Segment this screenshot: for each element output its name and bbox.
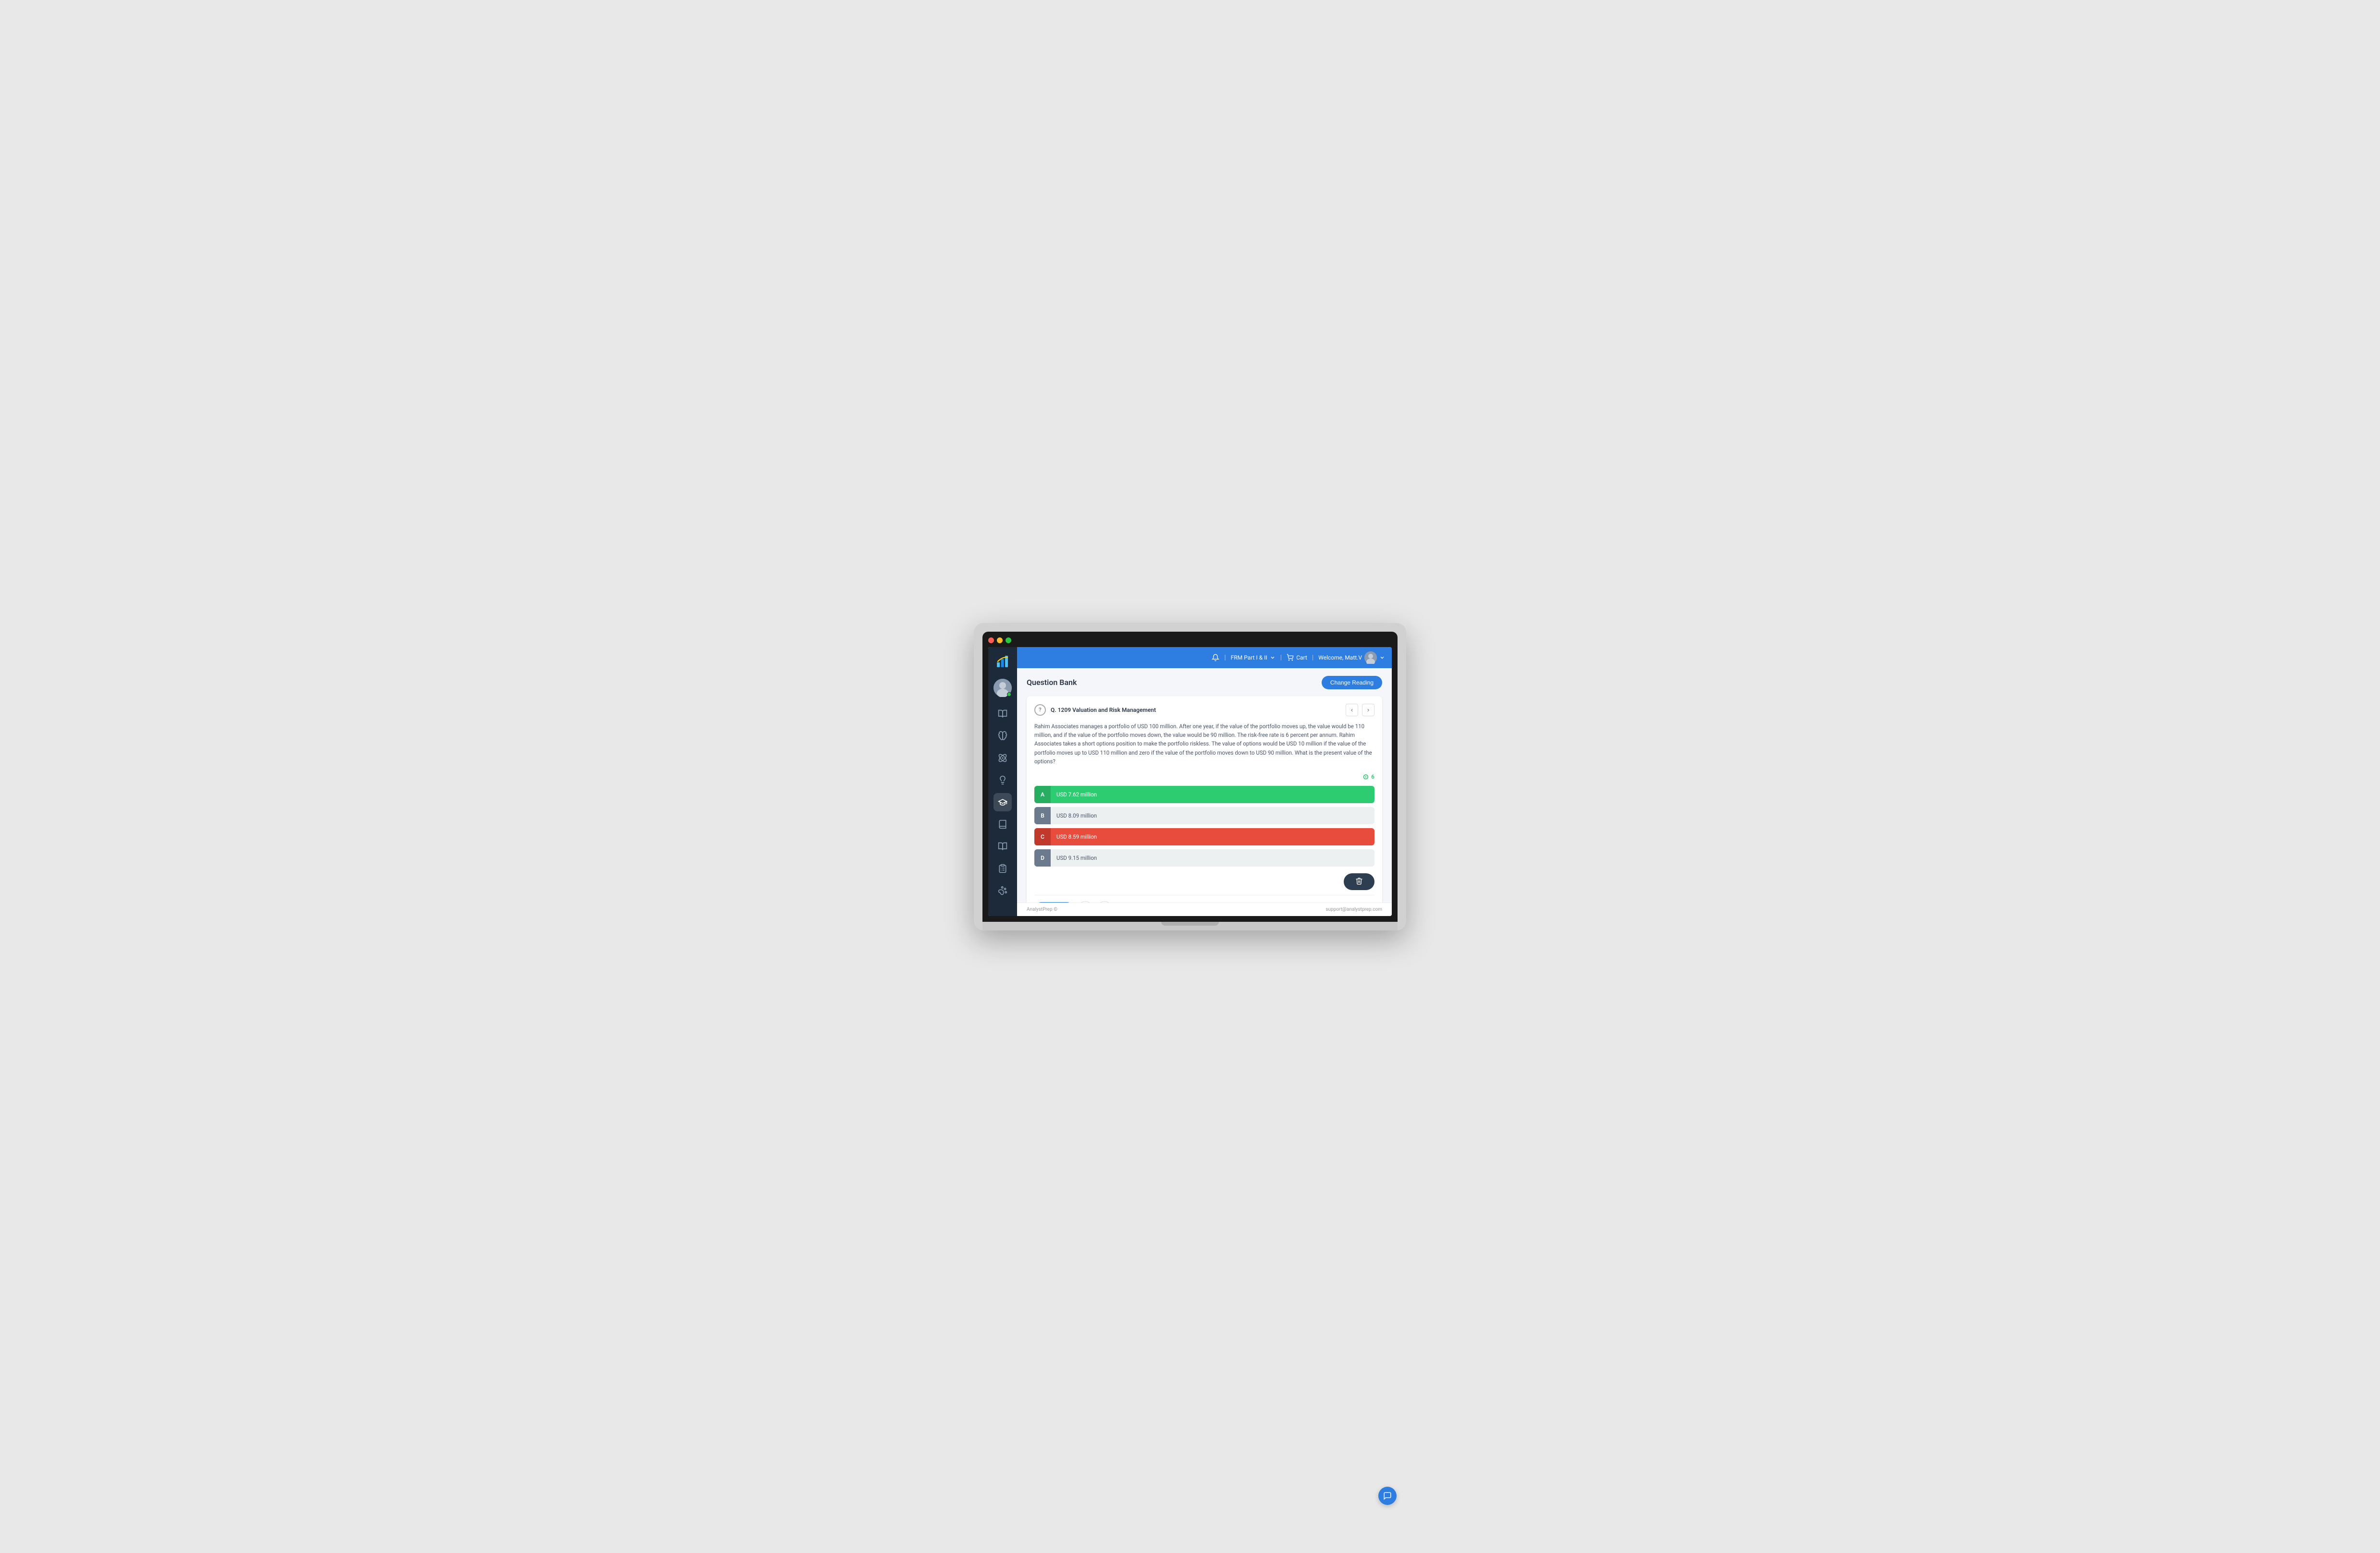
page-title: Question Bank [1027, 678, 1077, 687]
sidebar-item-brain[interactable] [994, 727, 1012, 745]
question-type-icon: ? [1034, 704, 1046, 716]
sidebar-item-clipboard[interactable] [994, 859, 1012, 878]
main-content: | FRM Part I & II | Cart [1017, 647, 1392, 916]
topnav-avatar [1364, 651, 1377, 664]
laptop-notch [1161, 922, 1219, 926]
sidebar-item-atom[interactable] [994, 749, 1012, 767]
sidebar-item-book[interactable] [994, 705, 1012, 723]
option-d[interactable]: D USD 9.15 million [1034, 849, 1374, 867]
notification-bell[interactable] [1212, 654, 1219, 661]
sidebar-item-paw[interactable] [994, 881, 1012, 900]
sidebar [988, 647, 1017, 916]
footer: AnalystPrep © support@analystprep.com [1017, 903, 1392, 916]
topnav: | FRM Part I & II | Cart [1017, 647, 1392, 668]
timer-icon: ⊙ [1363, 772, 1369, 781]
sidebar-item-book2[interactable] [994, 815, 1012, 833]
question-nav: ‹ › [1346, 704, 1374, 716]
option-d-text: USD 9.15 million [1051, 851, 1374, 865]
question-card: ? Q. 1209 Valuation and Risk Management … [1027, 696, 1382, 903]
topnav-divider-1: | [1224, 654, 1226, 661]
traffic-lights [988, 637, 1392, 643]
timer-badge: ⊙ 6 [1034, 772, 1374, 781]
traffic-light-yellow[interactable] [997, 637, 1003, 643]
cart-link[interactable]: Cart [1287, 654, 1307, 661]
bottom-actions: Validate [1034, 895, 1374, 902]
prev-question-button[interactable]: ‹ [1346, 704, 1358, 716]
footer-support: support@analystprep.com [1325, 907, 1382, 912]
exam-selector[interactable]: FRM Part I & II [1231, 654, 1276, 661]
delete-button[interactable] [1344, 873, 1374, 890]
footer-copyright: AnalystPrep © [1027, 907, 1057, 912]
option-b[interactable]: B USD 8.09 million [1034, 807, 1374, 824]
sidebar-item-books[interactable] [994, 837, 1012, 856]
next-question-button[interactable]: › [1362, 704, 1374, 716]
option-c-text: USD 8.59 million [1051, 830, 1374, 844]
page-header: Question Bank Change Reading [1027, 676, 1382, 689]
question-header: ? Q. 1209 Valuation and Risk Management … [1034, 704, 1374, 716]
user-menu[interactable]: Welcome, Matt.V [1318, 651, 1385, 664]
option-a[interactable]: A USD 7.62 million [1034, 786, 1374, 803]
option-b-text: USD 8.09 million [1051, 808, 1374, 823]
timer-value: 6 [1371, 773, 1374, 780]
traffic-light-green[interactable] [1006, 637, 1011, 643]
logo [993, 652, 1012, 671]
option-c[interactable]: C USD 8.59 million [1034, 828, 1374, 845]
question-header-left: ? Q. 1209 Valuation and Risk Management [1034, 704, 1156, 716]
avatar[interactable] [994, 679, 1012, 697]
page-area: Question Bank Change Reading ? Q. 1209 V… [1017, 668, 1392, 903]
topnav-divider-2: | [1280, 654, 1282, 661]
option-a-text: USD 7.62 million [1051, 787, 1374, 802]
delete-btn-area [1034, 873, 1374, 890]
avatar-online-dot [1007, 692, 1011, 697]
laptop-base [982, 922, 1398, 930]
sidebar-item-lightbulb[interactable] [994, 771, 1012, 789]
topnav-divider-3: | [1312, 654, 1313, 661]
change-reading-button[interactable]: Change Reading [1322, 676, 1382, 689]
question-body: Rahim Associates manages a portfolio of … [1034, 722, 1374, 766]
options-list: A USD 7.62 million B USD 8.09 million C [1034, 786, 1374, 867]
option-c-letter: C [1034, 828, 1051, 845]
question-label: Q. 1209 Valuation and Risk Management [1051, 707, 1156, 713]
option-a-letter: A [1034, 786, 1051, 803]
sidebar-item-graduation[interactable] [994, 793, 1012, 811]
option-d-letter: D [1034, 849, 1051, 867]
traffic-light-red[interactable] [988, 637, 994, 643]
option-b-letter: B [1034, 807, 1051, 824]
